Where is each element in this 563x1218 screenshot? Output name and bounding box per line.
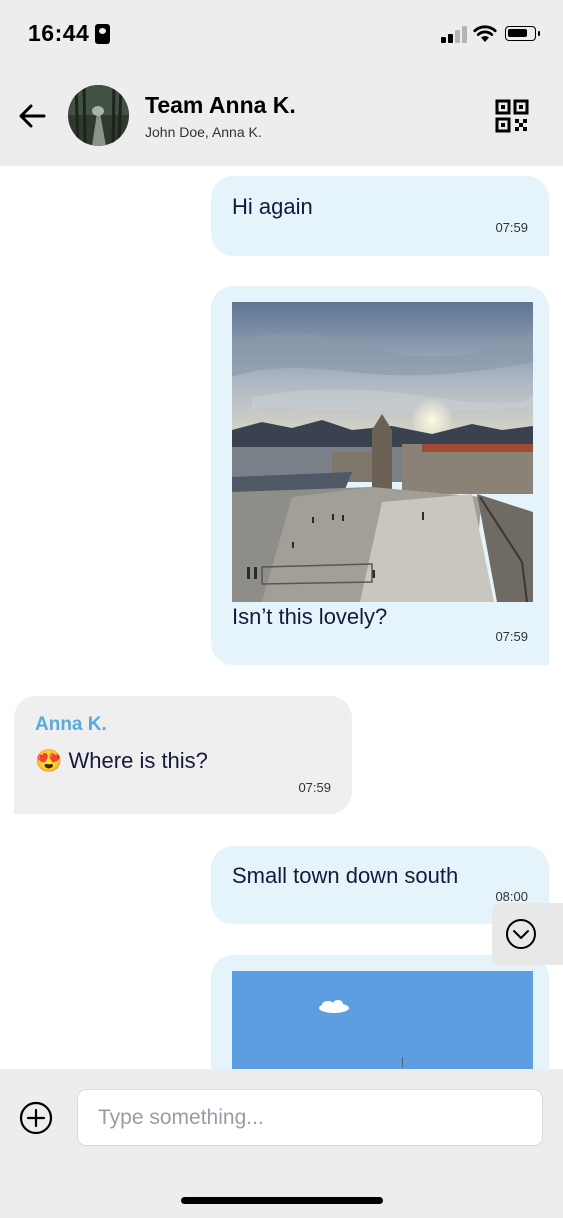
status-time: 16:44	[28, 20, 90, 46]
message-photo[interactable]	[232, 971, 533, 1069]
message-text: 😍 Where is this?	[35, 748, 208, 774]
add-attachment-icon[interactable]	[18, 1100, 54, 1136]
back-arrow-icon[interactable]	[16, 102, 48, 130]
message-input[interactable]	[77, 1089, 543, 1146]
chevron-down-circle-icon	[506, 919, 536, 949]
qr-code-icon[interactable]	[495, 99, 529, 133]
message-time: 07:59	[495, 220, 528, 235]
group-avatar[interactable]	[68, 85, 129, 146]
message-text: Isn’t this lovely?	[232, 604, 388, 629]
sender-name: Anna K.	[35, 714, 107, 735]
message-bubble-outgoing[interactable]: Hi again 07:59	[211, 176, 549, 256]
message-composer	[0, 1069, 563, 1218]
message-text: Hi again	[232, 194, 313, 219]
message-time: 08:00	[495, 889, 528, 904]
message-bubble-incoming[interactable]: Anna K. 😍 Where is this? 07:59	[14, 696, 352, 814]
message-bubble-outgoing-photo[interactable]	[211, 955, 549, 1069]
message-time: 07:59	[298, 780, 331, 795]
message-time: 07:59	[495, 629, 528, 644]
battery-icon	[505, 26, 540, 41]
chat-header: Team Anna K. John Doe, Anna K.	[0, 70, 563, 166]
chat-members: John Doe, Anna K.	[145, 124, 262, 140]
cellular-signal-icon	[441, 26, 467, 43]
contact-card-icon	[95, 24, 110, 44]
message-photo[interactable]	[232, 302, 533, 602]
message-text: Small town down south	[232, 863, 459, 888]
message-text-body: Where is this?	[68, 748, 208, 773]
scroll-to-bottom-button[interactable]	[492, 903, 563, 965]
chat-title: Team Anna K.	[145, 92, 296, 118]
status-bar: 16:44	[0, 0, 563, 70]
message-list[interactable]: Hi again 07:59 Isn’t this lovely? 07:59 …	[0, 166, 563, 1069]
heart-eyes-emoji: 😍	[35, 748, 63, 773]
wifi-icon	[473, 25, 497, 42]
home-indicator	[181, 1197, 383, 1204]
message-bubble-outgoing-photo[interactable]: Isn’t this lovely? 07:59	[211, 286, 549, 665]
